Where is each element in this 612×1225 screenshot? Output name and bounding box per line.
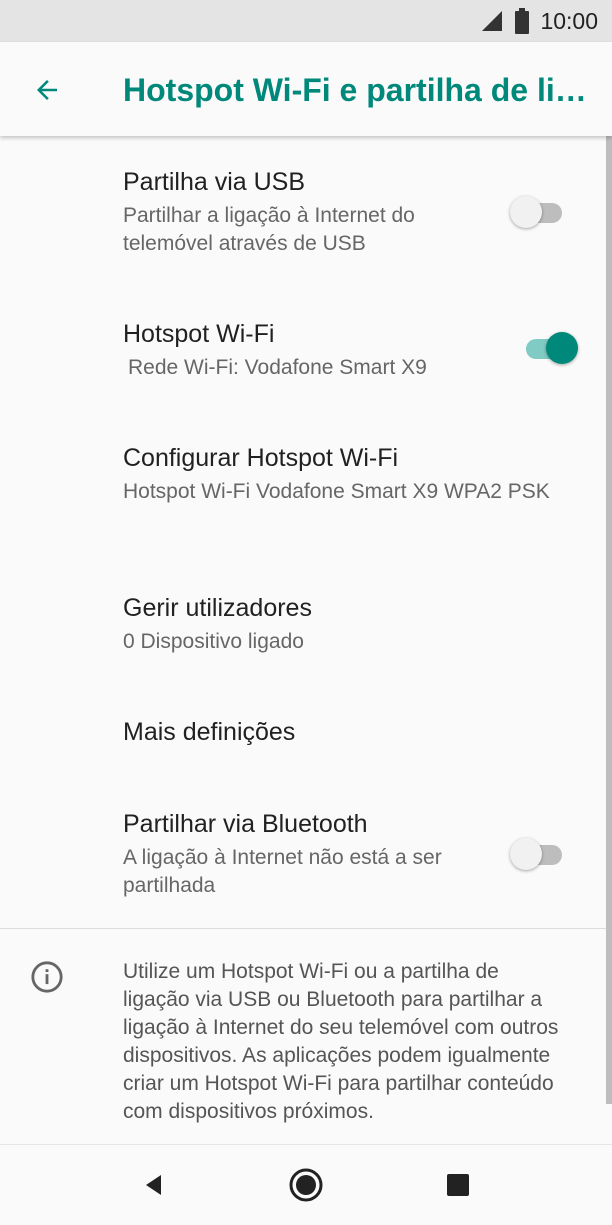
setting-usb-tethering[interactable]: Partilha via USB Partilhar a ligação à I… xyxy=(123,166,543,258)
wifi-hotspot-toggle[interactable] xyxy=(524,332,580,364)
toggle-thumb xyxy=(510,196,542,228)
navigation-bar xyxy=(0,1144,612,1225)
setting-bluetooth-tethering[interactable]: Partilhar via Bluetooth A ligação à Inte… xyxy=(123,808,543,900)
arrow-back-icon xyxy=(37,80,57,100)
app-bar: Hotspot Wi-Fi e partilha de ligação xyxy=(0,42,612,136)
home-circle-icon xyxy=(289,1168,323,1202)
info-text: Utilize um Hotspot Wi-Fi ou a partilha d… xyxy=(123,960,559,1123)
info-icon xyxy=(31,961,63,993)
setting-title: Gerir utilizadores xyxy=(123,594,312,622)
setting-manage-users[interactable]: Gerir utilizadores 0 Dispositivo ligado xyxy=(123,592,543,656)
toggle-thumb xyxy=(510,838,542,870)
battery-icon xyxy=(515,8,530,34)
setting-title: Partilhar via Bluetooth xyxy=(123,810,368,838)
page-title: Hotspot Wi-Fi e partilha de ligação xyxy=(123,72,593,108)
bluetooth-tethering-toggle[interactable] xyxy=(510,838,566,870)
setting-title: Mais definições xyxy=(123,718,296,746)
usb-tethering-toggle[interactable] xyxy=(510,196,566,228)
back-triangle-icon xyxy=(146,1175,161,1195)
setting-title: Hotspot Wi-Fi xyxy=(123,320,275,348)
divider xyxy=(0,928,606,929)
setting-subtitle: Hotspot Wi-Fi Vodafone Smart X9 WPA2 PSK xyxy=(123,480,550,503)
nav-recents-button[interactable] xyxy=(436,1163,480,1207)
recents-square-icon xyxy=(447,1174,469,1196)
scrollbar[interactable] xyxy=(606,136,612,1104)
nav-back-button[interactable] xyxy=(132,1163,176,1207)
setting-subtitle: Partilhar a ligação à Internet do telemó… xyxy=(123,204,415,255)
settings-list: Partilha via USB Partilhar a ligação à I… xyxy=(0,136,612,1144)
signal-icon xyxy=(482,11,503,31)
setting-title: Configurar Hotspot Wi-Fi xyxy=(123,444,399,472)
setting-wifi-hotspot[interactable]: Hotspot Wi-Fi Rede Wi-Fi: Vodafone Smart… xyxy=(123,318,543,382)
status-bar: 10:00 xyxy=(0,0,612,42)
setting-subtitle: Rede Wi-Fi: Vodafone Smart X9 xyxy=(128,356,427,379)
back-button[interactable] xyxy=(24,67,70,113)
setting-title: Partilha via USB xyxy=(123,168,306,196)
toggle-thumb xyxy=(546,332,578,364)
nav-home-button[interactable] xyxy=(284,1163,328,1207)
setting-subtitle: 0 Dispositivo ligado xyxy=(123,630,304,653)
setting-configure-hotspot[interactable]: Configurar Hotspot Wi-Fi Hotspot Wi-Fi V… xyxy=(123,442,573,506)
status-time: 10:00 xyxy=(540,7,598,34)
status-icons: 10:00 xyxy=(480,0,598,42)
setting-more-settings[interactable]: Mais definições xyxy=(123,716,543,748)
setting-subtitle: A ligação à Internet não está a ser part… xyxy=(123,846,442,897)
